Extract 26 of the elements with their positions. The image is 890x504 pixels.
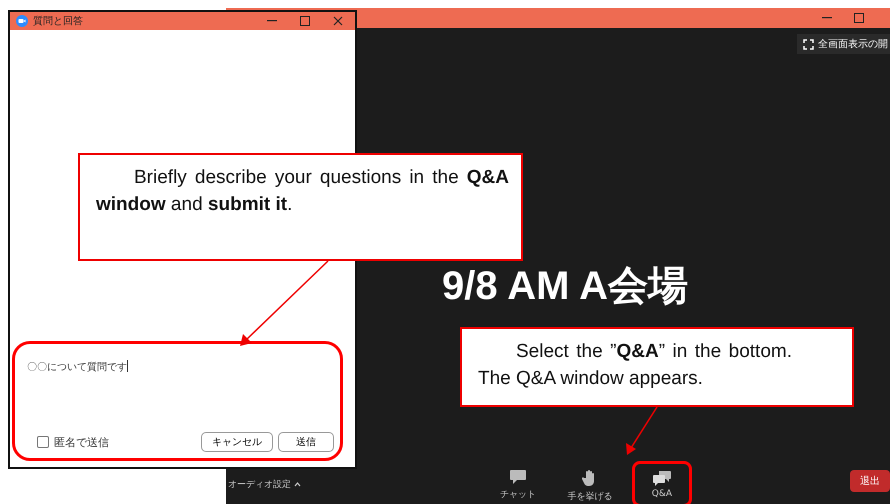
checkbox[interactable] [37, 436, 49, 448]
video-camera-icon [16, 15, 28, 27]
chat-bubble-icon [508, 469, 527, 485]
window-title: 質問と回答 [33, 14, 83, 28]
leave-button[interactable]: 退出 [850, 470, 890, 492]
fullscreen-icon [803, 38, 814, 50]
fullscreen-button[interactable]: 全画面表示の開 [797, 34, 890, 54]
question-input-field[interactable]: 〇〇について質問です [25, 356, 334, 424]
callout-text: Briefly describe your questions in the Q&A window and submit it. [78, 153, 523, 261]
toolbar-button[interactable]: チャット [488, 461, 548, 504]
slide-title: 9/8 AM A会場 [442, 263, 688, 310]
minimize-icon[interactable] [267, 20, 277, 22]
arrow [626, 406, 658, 455]
maximize-icon[interactable] [854, 13, 864, 23]
callout-text: Select the ”Q&A” in the bottom. The Q&A window appears. [460, 327, 854, 407]
close-icon[interactable] [333, 16, 343, 26]
toolbar-button[interactable]: 手を挙げる [560, 461, 620, 504]
audio-settings-button[interactable]: オーディオ設定 [226, 478, 303, 490]
caret-icon [294, 482, 301, 486]
dialog-button[interactable]: キャンセル [201, 432, 273, 452]
anonymous-label: 匿名で送信 [54, 434, 109, 450]
minimize-icon[interactable] [822, 17, 832, 19]
dialog-button[interactable]: 送信 [278, 432, 334, 452]
toolbar-button[interactable]: Q&A [632, 461, 692, 504]
speech-bubbles-icon [652, 470, 672, 486]
maximize-icon[interactable] [300, 16, 310, 26]
